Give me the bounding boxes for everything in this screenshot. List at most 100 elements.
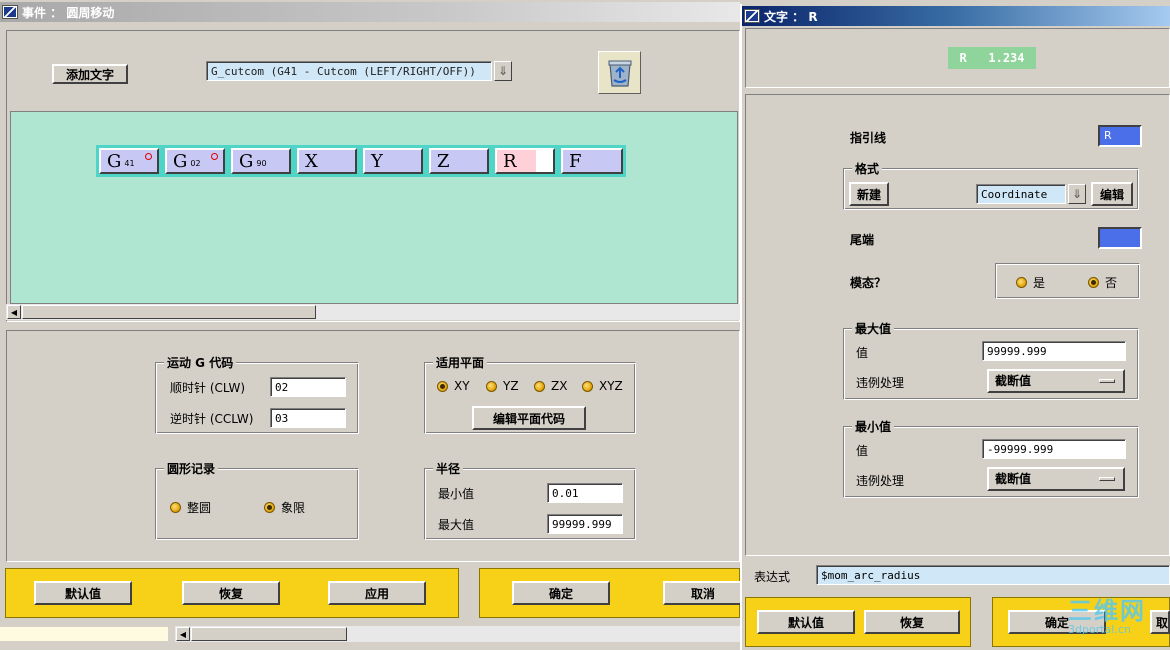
block-x[interactable]: X: [294, 145, 360, 177]
block-letter: Z: [437, 150, 450, 172]
right-ok-button[interactable]: 确定: [1008, 610, 1106, 634]
canvas-scrollbar[interactable]: ◀: [6, 304, 740, 320]
radio-label: XY: [454, 379, 470, 393]
add-text-button[interactable]: 添加文字: [52, 64, 128, 84]
trash-button[interactable]: [598, 51, 641, 94]
min-violation-select[interactable]: 截断值: [987, 467, 1125, 491]
modal-yes-radio[interactable]: 是: [1016, 274, 1045, 291]
radius-min-input[interactable]: 0.01: [547, 483, 623, 503]
cclw-input[interactable]: 03: [270, 408, 346, 428]
quadrant-radio[interactable]: 象限: [264, 499, 305, 516]
right-window-titlebar[interactable]: 文字 ： R: [742, 6, 1170, 26]
text-preview: R 1.234: [948, 47, 1036, 69]
block-canvas[interactable]: [10, 111, 738, 304]
format-select-dropdown[interactable]: ⇓: [1068, 184, 1086, 204]
radio-selected-icon: [437, 380, 448, 392]
modal-label: 模态？: [850, 276, 887, 290]
scroll-thumb[interactable]: [191, 627, 347, 641]
restore-button[interactable]: 恢复: [182, 581, 280, 605]
group-title: 半径: [433, 460, 464, 477]
block-y[interactable]: Y: [360, 145, 426, 177]
plane-xy-radio[interactable]: XY: [437, 379, 470, 393]
block-f[interactable]: F: [558, 145, 626, 177]
radio-label: YZ: [503, 379, 519, 393]
right-window-title: 文字 ： R: [764, 9, 818, 24]
trailer-field[interactable]: [1098, 227, 1142, 249]
min-value-input[interactable]: -99999.999: [982, 439, 1126, 459]
block-r-selected[interactable]: R: [492, 145, 558, 177]
recycle-bin-icon: [608, 60, 631, 87]
expression-input[interactable]: $mom_arc_radius: [816, 565, 1170, 585]
bottom-status-strip: [0, 627, 168, 641]
plane-xyz-radio[interactable]: XYZ: [582, 379, 623, 393]
max-violation-select[interactable]: 截断值: [987, 369, 1125, 393]
cclw-label: 逆时针 (CCLW): [170, 412, 254, 426]
modal-dot-icon: [145, 153, 152, 160]
scroll-thumb[interactable]: [22, 305, 316, 319]
right-restore-button[interactable]: 恢复: [864, 610, 960, 634]
max-value-label: 值: [856, 346, 869, 360]
down-arrow-icon: ⇓: [497, 64, 509, 78]
block-sub: 02: [190, 159, 201, 168]
block-letter: X: [305, 150, 318, 172]
cancel-button[interactable]: 取消: [663, 581, 743, 605]
radio-icon: [582, 380, 593, 392]
block-letter: F: [569, 150, 582, 172]
select-value: 截断值: [995, 472, 1032, 486]
block-sub: 41: [124, 159, 135, 168]
full-circle-radio[interactable]: 整圆: [170, 499, 211, 516]
radio-label: ZX: [551, 379, 568, 393]
left-window-title: 事件 ： 圆周移动: [22, 5, 115, 20]
group-title: 运动 G 代码: [164, 354, 237, 371]
option-menu-icon: [1099, 477, 1115, 481]
block-g02[interactable]: G 02: [162, 145, 228, 177]
apply-button[interactable]: 应用: [328, 581, 426, 605]
default-button[interactable]: 默认值: [34, 581, 132, 605]
group-title: 格式: [852, 160, 883, 177]
bottom-scrollbar[interactable]: ◀: [175, 626, 740, 642]
block-sub: 90: [256, 159, 267, 168]
leader-field[interactable]: R: [1098, 125, 1142, 147]
block-g41[interactable]: G 41: [96, 145, 162, 177]
new-format-button[interactable]: 新建: [849, 182, 889, 206]
min-value-label: 值: [856, 444, 869, 458]
down-arrow-icon: ⇓: [1071, 187, 1083, 201]
radio-label: 是: [1033, 276, 1046, 290]
radius-max-label: 最大值: [438, 518, 475, 532]
scroll-left-icon[interactable]: ◀: [176, 627, 190, 641]
format-combo[interactable]: G_cutcom (G41 - Cutcom (LEFT/RIGHT/OFF)): [206, 61, 492, 81]
left-window-titlebar[interactable]: 事件 ： 圆周移动: [0, 2, 740, 22]
group-title: 最大值: [852, 320, 895, 337]
radio-selected-icon: [1088, 277, 1099, 288]
trailer-label: 尾端: [850, 233, 875, 247]
leader-label: 指引线: [850, 131, 887, 145]
radio-label: 整圆: [187, 501, 212, 515]
block-letter: Y: [371, 150, 383, 172]
format-combo-dropdown[interactable]: ⇓: [494, 61, 512, 81]
format-select[interactable]: Coordinate: [976, 184, 1066, 204]
block-letter: G: [173, 150, 188, 172]
select-value: 截断值: [995, 374, 1032, 388]
clw-input[interactable]: 02: [270, 377, 346, 397]
block-z[interactable]: Z: [426, 145, 492, 177]
block-letter: R: [503, 150, 517, 172]
radius-max-input[interactable]: 99999.999: [547, 514, 623, 534]
block-letter: G: [239, 150, 254, 172]
app-icon: [2, 5, 18, 19]
plane-zx-radio[interactable]: ZX: [534, 379, 567, 393]
right-default-button[interactable]: 默认值: [757, 610, 855, 634]
modal-no-radio[interactable]: 否: [1088, 274, 1117, 291]
edit-plane-code-button[interactable]: 编辑平面代码: [472, 406, 586, 430]
radius-min-label: 最小值: [438, 487, 475, 501]
edit-format-button[interactable]: 编辑: [1091, 182, 1133, 206]
ok-button[interactable]: 确定: [512, 581, 610, 605]
right-cancel-button[interactable]: 取: [1150, 610, 1170, 634]
plane-yz-radio[interactable]: YZ: [486, 379, 519, 393]
max-value-input[interactable]: 99999.999: [982, 341, 1126, 361]
scroll-left-icon[interactable]: ◀: [7, 305, 21, 319]
radio-selected-icon: [264, 502, 275, 513]
group-title: 适用平面: [433, 354, 488, 371]
max-violation-label: 违例处理: [856, 376, 905, 390]
option-menu-icon: [1099, 379, 1115, 383]
block-g90[interactable]: G 90: [228, 145, 294, 177]
